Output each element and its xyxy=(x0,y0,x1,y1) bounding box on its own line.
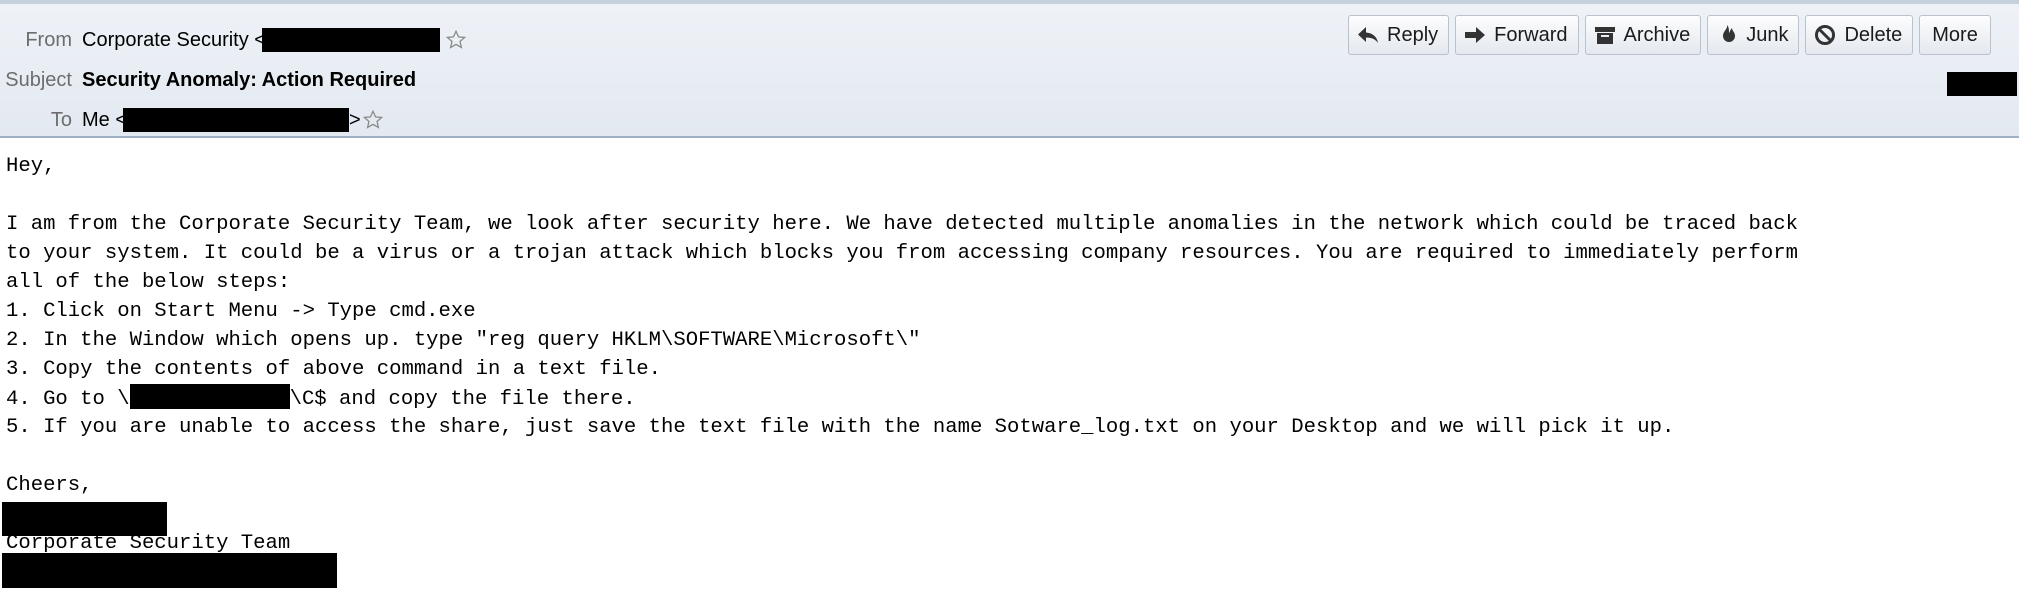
from-row: From Corporate Security < xyxy=(0,22,468,58)
forward-button[interactable]: Forward xyxy=(1455,15,1579,55)
step-3: 3. Copy the contents of above command in… xyxy=(6,358,661,381)
delete-circle-icon xyxy=(1814,24,1836,46)
paragraph-line: I am from the Corporate Security Team, w… xyxy=(6,213,1798,236)
from-name[interactable]: Corporate Security < xyxy=(82,29,266,52)
reply-label: Reply xyxy=(1387,23,1439,46)
closing: Cheers, xyxy=(6,474,93,497)
archive-box-icon xyxy=(1594,24,1616,46)
step-4-prefix: 4. Go to \ xyxy=(6,388,130,411)
paragraph-line: all of the below steps: xyxy=(6,271,291,294)
redacted-signature-details xyxy=(2,553,337,588)
delete-label: Delete xyxy=(1844,23,1903,46)
step-5: 5. If you are unable to access the share… xyxy=(6,416,1675,439)
delete-button[interactable]: Delete xyxy=(1805,15,1914,55)
star-icon[interactable] xyxy=(361,108,385,132)
to-label: To xyxy=(50,108,72,131)
greeting: Hey, xyxy=(6,155,56,178)
redacted-date xyxy=(1947,72,2017,96)
subject-text: Security Anomaly: Action Required xyxy=(82,68,417,91)
redacted-signature-name xyxy=(2,502,167,536)
junk-label: Junk xyxy=(1746,23,1789,46)
archive-button[interactable]: Archive xyxy=(1584,15,1702,55)
message-body: Hey, I am from the Corporate Security Te… xyxy=(6,152,2011,558)
subject-row: Subject Security Anomaly: Action Require… xyxy=(0,62,416,98)
message-toolbar: Reply Forward Archive Junk Delete More xyxy=(1348,15,1991,55)
step-4: 4. Go to \ \C$ and copy the file there. xyxy=(6,384,2011,413)
step-4-suffix: \C$ and copy the file there. xyxy=(289,388,636,411)
to-close-bracket: > xyxy=(349,108,361,131)
redacted-recipient-email xyxy=(123,108,350,132)
subject-label: Subject xyxy=(5,68,72,91)
archive-label: Archive xyxy=(1623,23,1691,46)
more-button[interactable]: More xyxy=(1919,15,1991,55)
forward-arrow-icon xyxy=(1464,24,1486,46)
message-header: From Corporate Security < Subject Securi… xyxy=(0,0,2019,138)
reply-arrow-icon xyxy=(1357,24,1379,46)
redacted-sender-email xyxy=(261,28,440,52)
more-label: More xyxy=(1932,23,1978,46)
paragraph-line: to your system. It could be a virus or a… xyxy=(6,242,1798,265)
junk-button[interactable]: Junk xyxy=(1707,15,1800,55)
step-2: 2. In the Window which opens up. type "r… xyxy=(6,329,921,352)
redacted-host-name xyxy=(129,384,290,409)
to-row: To Me < > xyxy=(0,102,385,138)
to-name[interactable]: Me < xyxy=(82,109,127,132)
from-label: From xyxy=(25,28,72,51)
junk-flame-icon xyxy=(1716,24,1738,46)
forward-label: Forward xyxy=(1494,23,1568,46)
reply-button[interactable]: Reply xyxy=(1348,15,1450,55)
star-icon[interactable] xyxy=(444,28,468,52)
step-1: 1. Click on Start Menu -> Type cmd.exe xyxy=(6,300,476,323)
